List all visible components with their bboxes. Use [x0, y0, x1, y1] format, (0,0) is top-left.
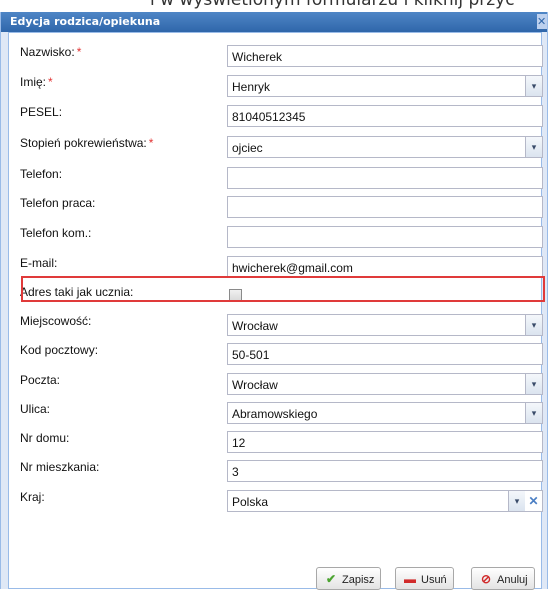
form-row: Nr domu: 12: [9, 431, 543, 459]
field-value: 50-501: [232, 348, 270, 362]
field-label-text: Telefon kom.:: [20, 226, 92, 240]
chevron-down-icon[interactable]: ▾: [525, 403, 542, 423]
field-label-text: Kod pocztowy:: [20, 343, 99, 357]
edit-parent-dialog: Edycja rodzica/opiekuna ✕ Nazwisko: * Wich…: [0, 12, 548, 590]
cancel-icon: ⊘: [480, 572, 492, 586]
select-field[interactable]: Henryk ▾: [227, 75, 543, 97]
form-row: Stopień pokrewieństwa: * ojciec ▾: [9, 136, 543, 164]
form-row: Nr mieszkania: 3: [9, 460, 543, 488]
field-label: Stopień pokrewieństwa: *: [20, 136, 153, 150]
field-value: Wrocław: [232, 378, 278, 392]
form-row: Telefon:: [9, 167, 543, 195]
form-row: Imię: * Henryk ▾: [9, 75, 543, 103]
field-value: Polska: [232, 495, 269, 509]
select-field[interactable]: Wrocław ▾: [227, 314, 543, 336]
field-value: Wicherek: [232, 50, 283, 64]
form-row: PESEL: 81040512345: [9, 105, 543, 133]
form-row: Miejscowość: Wrocław ▾: [9, 314, 543, 342]
background-instruction-text: i w wyświetlonym formularzu i kliknij pr…: [150, 0, 515, 10]
field-label: Ulica:: [20, 402, 50, 416]
form-row: Nazwisko: * Wicherek: [9, 45, 543, 73]
field-value: hwicherek@gmail.com: [232, 261, 353, 275]
form-row: Kraj: Polska ▾ ✕: [9, 490, 543, 518]
field-label-text: Stopień pokrewieństwa:: [20, 136, 147, 150]
required-marker: *: [148, 136, 154, 150]
text-field[interactable]: 81040512345: [227, 105, 543, 127]
field-label: Telefon praca:: [20, 196, 95, 210]
field-label-text: Poczta:: [20, 373, 61, 387]
field-value: Henryk: [232, 80, 271, 94]
field-label: Imię: *: [20, 75, 53, 89]
field-value: Wrocław: [232, 319, 278, 333]
chevron-down-icon[interactable]: ▾: [525, 374, 542, 394]
field-label: Kod pocztowy:: [20, 343, 98, 357]
field-label: Nr domu:: [20, 431, 69, 445]
form-row: Poczta: Wrocław ▾: [9, 373, 543, 401]
field-value: 3: [232, 465, 239, 479]
field-label-text: Telefon:: [20, 167, 63, 181]
field-label-text: Ulica:: [20, 402, 51, 416]
minus-icon: ▬: [404, 572, 416, 586]
chevron-down-icon[interactable]: ▾: [525, 76, 542, 96]
field-label-text: Telefon praca:: [20, 196, 96, 210]
field-label-text: E-mail:: [20, 256, 58, 270]
field-label: Telefon:: [20, 167, 62, 181]
delete-button[interactable]: ▬ Usuń: [395, 567, 454, 590]
text-field[interactable]: 12: [227, 431, 543, 453]
form-row: Telefon kom.:: [9, 226, 543, 254]
field-label: E-mail:: [20, 256, 57, 270]
check-icon: ✔: [325, 572, 337, 586]
field-label-text: Miejscowość:: [20, 314, 92, 328]
save-label: Zapisz: [342, 574, 375, 586]
field-label: Miejscowość:: [20, 314, 91, 328]
chevron-down-icon[interactable]: ▾: [525, 315, 542, 335]
field-value: 12: [232, 436, 246, 450]
dialog-titlebar: Edycja rodzica/opiekuna ✕: [1, 12, 547, 32]
select-field[interactable]: ojciec ▾: [227, 136, 543, 158]
field-label-text: PESEL:: [20, 105, 63, 119]
chevron-down-icon[interactable]: ▾: [525, 137, 542, 157]
field-value: 81040512345: [232, 110, 306, 124]
select-field[interactable]: Wrocław ▾: [227, 373, 543, 395]
field-label-text: Nazwisko:: [20, 45, 75, 59]
field-label: PESEL:: [20, 105, 62, 119]
form-row: Telefon praca:: [9, 196, 543, 224]
clear-icon[interactable]: ✕: [525, 491, 542, 511]
dialog-title: Edycja rodzica/opiekuna: [10, 15, 161, 28]
field-label: Poczta:: [20, 373, 60, 387]
form-panel: Nazwisko: * Wicherek Imię: * Henryk ▾ PESEL: 810…: [8, 32, 545, 590]
close-icon[interactable]: ✕: [537, 14, 547, 29]
field-label-text: Imię:: [20, 75, 47, 89]
field-label: Telefon kom.:: [20, 226, 91, 240]
save-button[interactable]: ✔ Zapisz: [316, 567, 382, 590]
field-label: Kraj:: [20, 490, 45, 504]
field-label-text: Kraj:: [20, 490, 45, 504]
text-field[interactable]: [227, 226, 543, 248]
text-field[interactable]: [227, 167, 543, 189]
required-marker: *: [48, 75, 53, 89]
cancel-button[interactable]: ⊘ Anuluj: [471, 567, 535, 590]
text-field[interactable]: [227, 196, 543, 218]
text-field[interactable]: Wicherek: [227, 45, 543, 67]
text-field[interactable]: 50-501: [227, 343, 543, 365]
required-marker: *: [76, 45, 82, 59]
delete-label: Usuń: [421, 574, 447, 586]
field-value: ojciec: [232, 141, 263, 155]
field-label-text: Nr domu:: [20, 431, 70, 445]
form-row: Kod pocztowy: 50-501: [9, 343, 543, 371]
select-field[interactable]: Polska ▾ ✕: [227, 490, 543, 512]
field-label: Nr mieszkania:: [20, 460, 99, 474]
field-label-text: Nr mieszkania:: [20, 460, 100, 474]
text-field[interactable]: 3: [227, 460, 543, 482]
cancel-label: Anuluj: [497, 574, 528, 586]
field-value: Abramowskiego: [232, 407, 318, 421]
email-highlight-box: [21, 276, 545, 302]
form-row: Ulica: Abramowskiego ▾: [9, 402, 543, 430]
field-label: Nazwisko: *: [20, 45, 81, 59]
chevron-down-icon[interactable]: ▾: [508, 491, 525, 511]
text-field[interactable]: hwicherek@gmail.com: [227, 256, 543, 278]
select-field[interactable]: Abramowskiego ▾: [227, 402, 543, 424]
button-bar: ✔ Zapisz ▬ Usuń ⊘ Anuluj: [9, 567, 541, 597]
